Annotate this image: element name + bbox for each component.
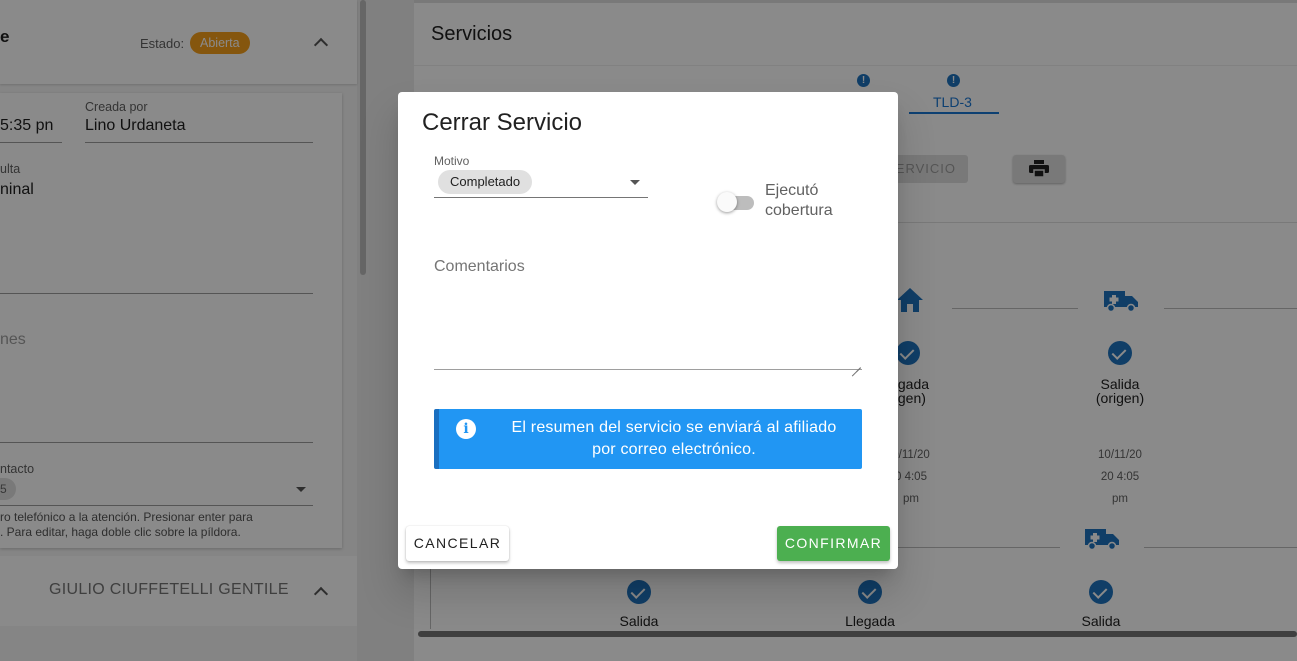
motivo-select-line <box>434 197 648 198</box>
resize-grip-icon[interactable] <box>851 358 861 368</box>
caret-down-icon[interactable] <box>630 180 640 185</box>
switch-label: Ejecutó cobertura <box>765 182 833 219</box>
info-icon: i <box>456 419 476 439</box>
dialog-title: Cerrar Servicio <box>422 109 583 136</box>
motivo-chip[interactable]: Completado <box>438 170 533 194</box>
cancel-button[interactable]: CANCELAR <box>406 526 509 561</box>
confirm-button[interactable]: CONFIRMAR <box>777 526 890 561</box>
info-alert-text: El resumen del servicio se enviará al af… <box>511 419 837 458</box>
switch-thumb[interactable] <box>717 192 737 212</box>
motivo-label: Motivo <box>434 154 470 168</box>
cerrar-servicio-dialog: Cerrar Servicio Motivo Completado Ejecut… <box>398 92 898 569</box>
comentarios-label: Comentarios <box>434 258 525 275</box>
info-alert: i El resumen del servicio se enviará al … <box>434 409 862 469</box>
comentarios-textarea[interactable] <box>434 282 862 368</box>
comentarios-line <box>434 369 862 370</box>
